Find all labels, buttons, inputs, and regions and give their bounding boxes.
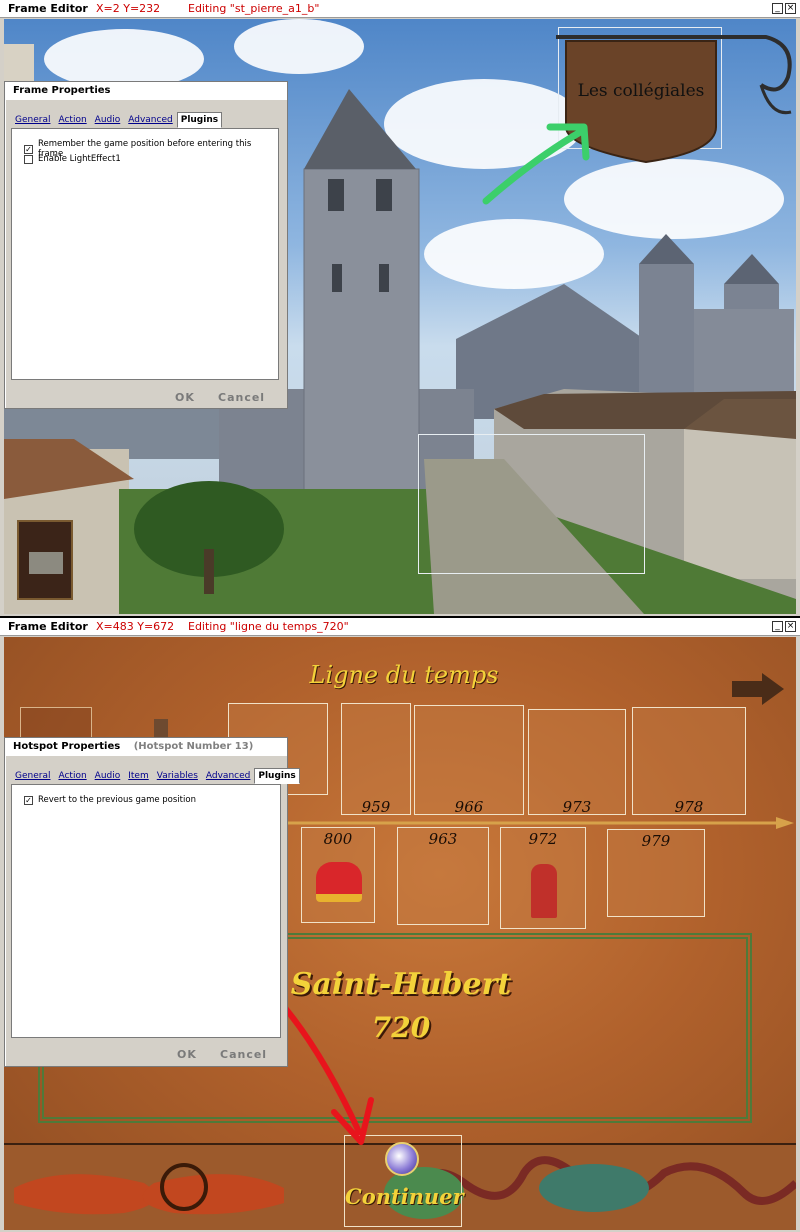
frame-viewport[interactable]: Les collégiales Frame Properties General… [4,19,796,614]
timeline-tile-972[interactable]: 972 [500,827,586,929]
tile-year: 979 [641,832,671,850]
timeline-tile-959[interactable]: 959 [341,703,411,816]
tile-year: 963 [428,830,458,848]
tab-audio[interactable]: Audio [91,112,125,128]
figure-icon [531,864,557,918]
tab-item[interactable]: Item [124,768,153,784]
timeline-tile-800[interactable]: 800 [301,827,375,923]
cancel-button[interactable]: Cancel [220,1048,267,1061]
plugins-panel: ✓ Remember the game position before ente… [11,128,279,380]
dialog-tabs: General Action Audio Advanced Plugins [11,112,223,128]
frame-editor-window-bottom: Frame Editor X=483 Y=672 Editing "ligne … [0,618,800,1232]
remember-position-checkbox[interactable]: ✓ [24,144,33,154]
tab-general[interactable]: General [11,112,54,128]
minimize-button[interactable]: _ [772,621,783,632]
title-bar[interactable]: Frame Editor X=483 Y=672 Editing "ligne … [0,618,800,636]
dialog-title: Hotspot Properties [13,741,121,752]
tab-action[interactable]: Action [54,768,90,784]
timeline-heading: Ligne du temps [309,661,499,689]
tab-variables[interactable]: Variables [153,768,202,784]
editing-frame-name: Editing "st_pierre_a1_b" [188,2,320,15]
tile-year: 800 [323,830,353,848]
timeline-tile-966[interactable]: 966 [414,705,524,816]
ok-button[interactable]: OK [177,1048,197,1061]
light-effect-label: Enable LightEffect1 [38,154,121,164]
light-effect-option[interactable]: Enable LightEffect1 [24,154,121,164]
window-title: Frame Editor [8,2,88,15]
tile-year: 972 [528,830,558,848]
cursor-coordinates: X=483 Y=672 [96,620,175,633]
tab-advanced[interactable]: Advanced [124,112,176,128]
annotation-arrow-green [482,123,590,205]
cursor-coordinates: X=2 Y=232 [96,2,161,15]
tab-action[interactable]: Action [54,112,90,128]
tab-plugins[interactable]: Plugins [176,112,223,128]
plugins-panel: ✓ Revert to the previous game position [11,784,281,1038]
ok-button[interactable]: OK [175,391,195,404]
minimize-button[interactable]: _ [772,3,783,14]
frame-properties-dialog: Frame Properties General Action Audio Ad… [4,81,288,409]
timeline-tile-963[interactable]: 963 [397,827,489,925]
crown-icon [316,862,362,902]
timeline-tile-973[interactable]: 973 [528,709,626,816]
hotspot-properties-dialog: Hotspot Properties (Hotspot Number 13) G… [4,737,300,1067]
hotspot-rectangle[interactable] [418,434,645,574]
close-button[interactable]: × [785,3,796,14]
frame-viewport[interactable]: Ligne du temps 959 966 973 978 800 963 9… [4,637,796,1230]
editing-frame-name: Editing "ligne du temps_720" [188,620,349,633]
revert-position-checkbox[interactable]: ✓ [24,795,33,805]
revert-position-label: Revert to the previous game position [38,795,196,805]
dialog-title-row: Hotspot Properties (Hotspot Number 13) [5,738,287,756]
sign-text: Les collégiales [577,81,705,101]
frame-editor-window-top: Frame Editor X=2 Y=232 Editing "st_pierr… [0,0,800,616]
close-button[interactable]: × [785,621,796,632]
tab-audio[interactable]: Audio [91,768,125,784]
timeline-tile-979[interactable]: 979 [607,829,705,917]
hotspot-number: (Hotspot Number 13) [133,741,254,752]
book-thumbnail[interactable] [17,520,73,600]
continue-label: Continuer [345,1184,464,1209]
cancel-button[interactable]: Cancel [218,391,265,404]
book-cover-image [29,552,63,574]
title-bar[interactable]: Frame Editor X=2 Y=232 Editing "st_pierr… [0,0,800,18]
window-title: Frame Editor [8,620,88,633]
dialog-tabs: General Action Audio Item Variables Adva… [11,768,300,784]
tab-general[interactable]: General [11,768,54,784]
next-arrow-icon[interactable] [730,671,786,707]
timeline-tile-978[interactable]: 978 [632,707,746,816]
light-effect-checkbox[interactable] [24,154,33,164]
tab-advanced[interactable]: Advanced [202,768,254,784]
revert-position-option[interactable]: ✓ Revert to the previous game position [24,795,196,805]
dialog-title: Frame Properties [5,82,287,100]
tab-plugins[interactable]: Plugins [254,768,300,784]
